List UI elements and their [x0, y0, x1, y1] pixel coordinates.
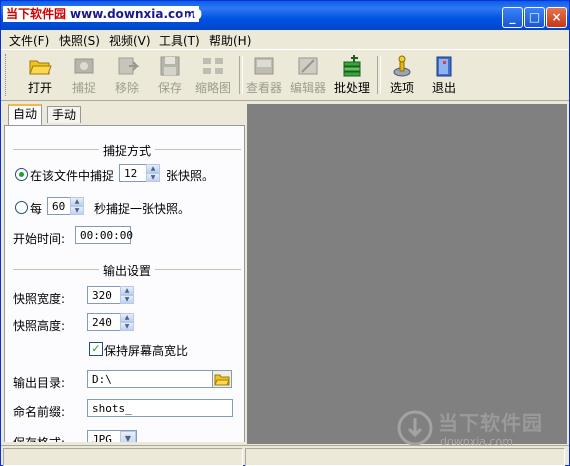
editor-label: 编辑器	[289, 81, 326, 95]
output-dir-field[interactable]: D:\	[87, 370, 213, 388]
menu-video[interactable]: 视频(V)	[109, 32, 151, 49]
capture-section-header: 捕捉方式	[13, 142, 241, 159]
capture-section-title: 捕捉方式	[98, 142, 156, 159]
status-cell-left	[3, 448, 243, 466]
save-label: 保存	[157, 81, 182, 95]
remove-button[interactable]: 移除	[106, 53, 148, 97]
keep-ratio-label: 保持屏幕高宽比	[104, 344, 189, 358]
menu-snapshot[interactable]: 快照(S)	[59, 32, 100, 49]
remove-label: 移除	[114, 81, 139, 95]
viewer-icon	[254, 57, 274, 75]
snapshot-count-field[interactable]: 12	[119, 164, 147, 182]
menu-bar: 文件(F) 快照(S) 视频(V) 工具(T) 帮助(H)	[1, 30, 569, 50]
height-field[interactable]: 240	[87, 313, 121, 331]
maximize-button[interactable]: □	[524, 7, 545, 28]
exit-label: 退出	[431, 81, 456, 95]
settings-pane: 自动 手动 捕捉方式 在该文件中捕捉 12 ▲ ▼ 张快照。 每 60 ▲ ▼ 秒捕…	[4, 104, 245, 442]
viewer-label: 查看器	[245, 81, 282, 95]
toolbar: 打开 捕捉 移除 保存 缩略图 查看器 编辑器 批处理 选项 退出	[1, 50, 569, 101]
interval-prefix: 每	[30, 202, 43, 216]
keep-ratio-checkbox[interactable]: ✓	[89, 342, 103, 356]
down-arrow-icon[interactable]: ▼	[120, 322, 134, 331]
start-time-field[interactable]: 00:00:00	[75, 226, 133, 244]
open-label: 打开	[27, 81, 52, 95]
open-button[interactable]: 打开	[19, 53, 61, 97]
toolbar-grip[interactable]	[5, 54, 9, 96]
window-title-fragment: 1.0	[179, 8, 203, 23]
width-stepper[interactable]: ▲ ▼	[120, 286, 134, 304]
interval-seconds-field[interactable]: 60	[47, 197, 71, 215]
save-button[interactable]: 保存	[149, 53, 191, 97]
batch-label: 批处理	[333, 81, 370, 95]
capture-button[interactable]: 捕捉	[63, 53, 105, 97]
height-label: 快照高度:	[13, 319, 66, 333]
down-arrow-icon[interactable]: ▼	[120, 295, 134, 304]
snapshot-count-stepper[interactable]: ▲ ▼	[146, 164, 160, 182]
menu-help[interactable]: 帮助(H)	[209, 32, 251, 49]
menu-file[interactable]: 文件(F)	[9, 32, 49, 49]
title-bar[interactable]: 当下软件园 www.downxia.com 1.0 _ □ ×	[1, 1, 569, 30]
exit-icon	[436, 56, 452, 77]
tab-manual[interactable]: 手动	[47, 106, 82, 123]
down-arrow-icon[interactable]: ▼	[146, 173, 160, 182]
remove-icon	[118, 57, 139, 75]
watermark-url: www.downxia.com	[70, 7, 196, 21]
options-button[interactable]: 选项	[381, 53, 423, 97]
per-file-suffix: 张快照。	[166, 169, 215, 183]
settings-panel: 捕捉方式 在该文件中捕捉 12 ▲ ▼ 张快照。 每 60 ▲ ▼ 秒捕捉一张快照。…	[4, 125, 245, 442]
interval-suffix: 秒捕捉一张快照。	[94, 202, 191, 216]
preview-area	[247, 104, 567, 444]
editor-button[interactable]: 编辑器	[287, 53, 329, 97]
format-label: 保存格式:	[13, 434, 65, 442]
thumbnail-label: 缩略图	[194, 81, 231, 95]
capture-icon	[74, 58, 94, 74]
width-label: 快照宽度:	[13, 292, 66, 306]
open-folder-icon	[29, 60, 52, 75]
capture-label: 捕捉	[71, 81, 96, 95]
prefix-field[interactable]: shots_	[87, 399, 233, 417]
watermark-main-text: 当下软件园	[438, 411, 543, 435]
watermark-cn: 当下软件园	[6, 7, 67, 21]
save-icon	[160, 56, 180, 76]
status-bar	[1, 445, 569, 466]
title-watermark: 当下软件园 www.downxia.com	[3, 6, 199, 22]
interval-radio[interactable]	[15, 201, 28, 214]
width-field[interactable]: 320	[87, 286, 121, 304]
editor-icon	[298, 57, 318, 75]
thumbnail-icon	[203, 58, 223, 74]
up-arrow-icon[interactable]: ▲	[120, 313, 134, 322]
menu-tools[interactable]: 工具(T)	[159, 32, 200, 49]
per-file-label: 在该文件中捕捉	[30, 169, 115, 183]
viewer-button[interactable]: 查看器	[243, 53, 285, 97]
height-stepper[interactable]: ▲ ▼	[120, 313, 134, 331]
up-arrow-icon[interactable]: ▲	[70, 197, 84, 206]
minimize-button[interactable]: _	[502, 7, 523, 28]
close-button[interactable]: ×	[546, 7, 567, 28]
options-icon	[393, 55, 411, 77]
folder-icon	[214, 374, 230, 386]
up-arrow-icon[interactable]: ▲	[146, 164, 160, 173]
down-arrow-icon[interactable]: ▼	[70, 206, 84, 215]
interval-seconds-stepper[interactable]: ▲ ▼	[70, 197, 84, 215]
thumbnail-button[interactable]: 缩略图	[192, 53, 234, 97]
up-arrow-icon[interactable]: ▲	[120, 286, 134, 295]
prefix-label: 命名前缀:	[13, 405, 66, 419]
browse-folder-button[interactable]	[212, 370, 232, 388]
output-section-title: 输出设置	[98, 262, 156, 279]
watermark-logo-icon	[397, 410, 433, 446]
start-time-label: 开始时间:	[13, 232, 66, 246]
tab-auto[interactable]: 自动	[8, 104, 43, 125]
batch-button[interactable]: 批处理	[331, 53, 373, 97]
output-dir-label: 输出目录:	[13, 376, 66, 390]
batch-icon	[343, 55, 361, 77]
chevron-down-icon[interactable]: ▼	[120, 431, 136, 442]
app-window: 当下软件园 www.downxia.com 1.0 _ □ × 文件(F) 快照(…	[0, 0, 570, 466]
options-label: 选项	[389, 81, 414, 95]
per-file-radio[interactable]	[15, 168, 28, 181]
output-section-header: 输出设置	[13, 262, 241, 279]
status-cell-right	[245, 448, 565, 466]
exit-button[interactable]: 退出	[423, 53, 465, 97]
